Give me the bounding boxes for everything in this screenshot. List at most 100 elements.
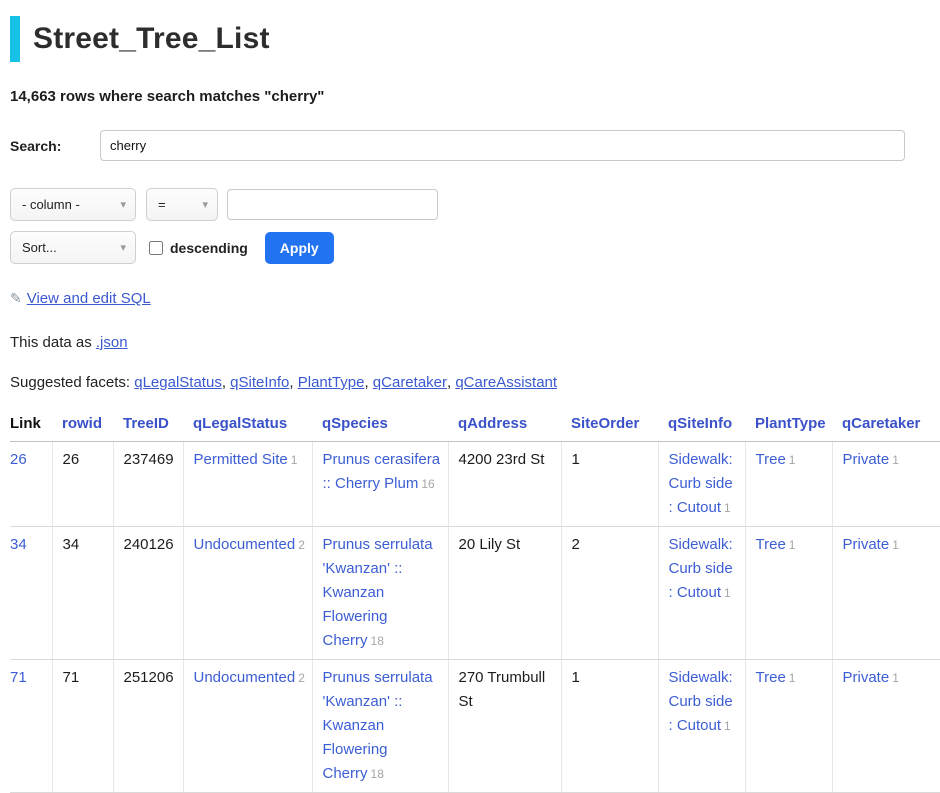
caretaker-link[interactable]: Private (843, 669, 890, 686)
cell-qlegalstatus: Undocumented2 (183, 527, 312, 660)
column-header-qaddress: qAddress (448, 411, 561, 442)
sql-line: ✎View and edit SQL (10, 290, 930, 307)
caretaker-link[interactable]: Private (843, 536, 890, 553)
column-header-siteorder: SiteOrder (561, 411, 658, 442)
facet-count: 2 (298, 671, 305, 685)
sort-qcaretaker-link[interactable]: qCaretaker (842, 415, 920, 432)
plant-type-link[interactable]: Tree (756, 536, 786, 553)
cell-rowid: 34 (52, 527, 113, 660)
cell-link: 71 (10, 660, 52, 793)
apply-button[interactable]: Apply (265, 232, 334, 264)
row-link[interactable]: 26 (10, 451, 27, 468)
cell-qaddress: 270 Trumbull St (448, 660, 561, 793)
cell-siteorder: 1 (561, 442, 658, 527)
facet-link-qsiteinfo[interactable]: qSiteInfo (230, 374, 298, 391)
column-header-planttype: PlantType (745, 411, 832, 442)
sort-qlegalstatus-link[interactable]: qLegalStatus (193, 415, 287, 432)
sort-qaddress-link[interactable]: qAddress (458, 415, 527, 432)
cell-qcaretaker: Private1 (832, 442, 940, 527)
column-header-qlegalstatus: qLegalStatus (183, 411, 312, 442)
chevron-down-icon: ▾ (120, 241, 126, 254)
chevron-down-icon: ▾ (202, 198, 208, 211)
facets-prefix: Suggested facets: (10, 374, 134, 391)
cell-treeid: 251206 (113, 660, 183, 793)
table-row: 34 34 240126 Undocumented2 Prunus serrul… (10, 527, 940, 660)
facet-link-qcareassistant[interactable]: qCareAssistant (455, 374, 557, 391)
row-link[interactable]: 34 (10, 536, 27, 553)
plant-type-link[interactable]: Tree (756, 669, 786, 686)
search-row: Search: (10, 130, 930, 161)
column-header-treeid: TreeID (113, 411, 183, 442)
sort-planttype-link[interactable]: PlantType (755, 415, 826, 432)
cell-qaddress: 4200 23rd St (448, 442, 561, 527)
cell-siteorder: 2 (561, 527, 658, 660)
cell-qlegalstatus: Undocumented2 (183, 660, 312, 793)
cell-siteorder: 1 (561, 660, 658, 793)
facet-link-planttype[interactable]: PlantType (298, 374, 373, 391)
data-as-line: This data as .json (10, 334, 930, 351)
facet-count: 18 (371, 634, 384, 648)
column-header-qsiteinfo: qSiteInfo (658, 411, 745, 442)
sort-qspecies-link[interactable]: qSpecies (322, 415, 388, 432)
sort-rowid-link[interactable]: rowid (62, 415, 102, 432)
descending-checkbox[interactable] (149, 241, 163, 255)
sort-select[interactable]: Sort... ▾ (10, 231, 136, 264)
facet-count: 1 (789, 671, 796, 685)
search-label: Search: (10, 138, 100, 154)
facet-count: 1 (724, 719, 731, 733)
row-link[interactable]: 71 (10, 669, 27, 686)
cell-qlegalstatus: Permitted Site1 (183, 442, 312, 527)
caretaker-link[interactable]: Private (843, 451, 890, 468)
column-select[interactable]: - column - ▾ (10, 188, 136, 221)
legal-status-link[interactable]: Undocumented (194, 536, 296, 553)
cell-qaddress: 20 Lily St (448, 527, 561, 660)
row-count-summary: 14,663 rows where search matches "cherry… (10, 88, 930, 105)
cell-treeid: 240126 (113, 527, 183, 660)
cell-qspecies: Prunus serrulata 'Kwanzan' :: Kwanzan Fl… (312, 660, 448, 793)
cell-qcaretaker: Private1 (832, 660, 940, 793)
operator-select[interactable]: = ▾ (146, 188, 218, 221)
cell-rowid: 26 (52, 442, 113, 527)
data-as-prefix: This data as (10, 334, 96, 351)
cell-qspecies: Prunus serrulata 'Kwanzan' :: Kwanzan Fl… (312, 527, 448, 660)
operator-select-value: = (158, 197, 166, 212)
facet-link-qcaretaker[interactable]: qCaretaker (373, 374, 456, 391)
species-link[interactable]: Prunus serrulata 'Kwanzan' :: Kwanzan Fl… (323, 669, 433, 782)
accent-bar (10, 16, 20, 62)
column-select-value: - column - (22, 197, 80, 212)
facet-count: 1 (724, 501, 731, 515)
species-link[interactable]: Prunus serrulata 'Kwanzan' :: Kwanzan Fl… (323, 536, 433, 649)
sort-treeid-link[interactable]: TreeID (123, 415, 169, 432)
facet-link-qlegalstatus[interactable]: qLegalStatus (134, 374, 230, 391)
sort-select-value: Sort... (22, 240, 57, 255)
facet-count: 1 (789, 453, 796, 467)
legal-status-link[interactable]: Undocumented (194, 669, 296, 686)
facet-count: 1 (291, 453, 298, 467)
view-edit-sql-link[interactable]: View and edit SQL (27, 290, 151, 307)
plant-type-link[interactable]: Tree (756, 451, 786, 468)
filter-value-input[interactable] (227, 189, 438, 220)
filter-row: - column - ▾ = ▾ (10, 188, 930, 221)
page-header: Street_Tree_List (10, 16, 930, 62)
column-header-qcaretaker: qCaretaker (832, 411, 940, 442)
cell-qspecies: Prunus cerasifera :: Cherry Plum16 (312, 442, 448, 527)
facet-count: 1 (892, 671, 899, 685)
search-input[interactable] (100, 130, 905, 161)
cell-planttype: Tree1 (745, 442, 832, 527)
table-row: 71 71 251206 Undocumented2 Prunus serrul… (10, 660, 940, 793)
facet-count: 18 (371, 767, 384, 781)
descending-label: descending (170, 240, 248, 256)
cell-treeid: 237469 (113, 442, 183, 527)
column-header-rowid: rowid (52, 411, 113, 442)
page-title: Street_Tree_List (33, 16, 270, 62)
cell-planttype: Tree1 (745, 527, 832, 660)
json-link[interactable]: .json (96, 334, 128, 351)
sort-siteorder-link[interactable]: SiteOrder (571, 415, 639, 432)
cell-qsiteinfo: Sidewalk: Curb side : Cutout1 (658, 660, 745, 793)
facet-count: 2 (298, 538, 305, 552)
cell-planttype: Tree1 (745, 660, 832, 793)
sort-qsiteinfo-link[interactable]: qSiteInfo (668, 415, 732, 432)
table-header-row: Link rowid TreeID qLegalStatus qSpecies … (10, 411, 940, 442)
facet-count: 16 (421, 477, 434, 491)
legal-status-link[interactable]: Permitted Site (194, 451, 288, 468)
